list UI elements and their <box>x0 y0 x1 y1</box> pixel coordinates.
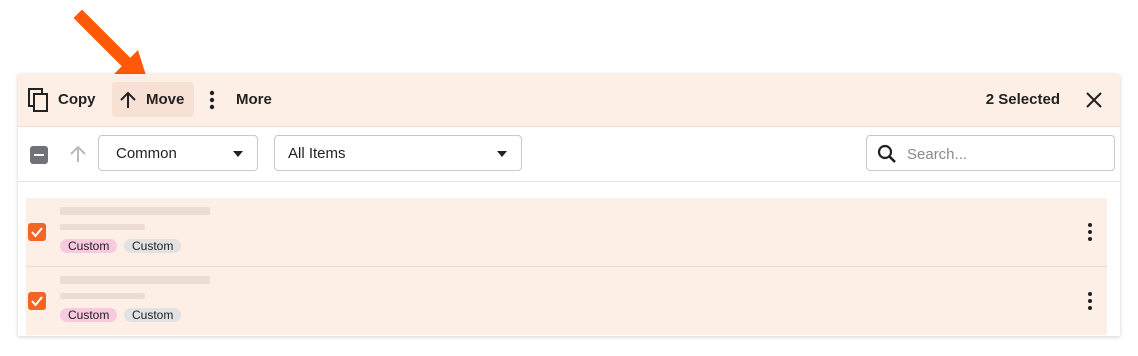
selected-count: 2 Selected <box>985 91 1060 108</box>
copy-icon <box>28 87 48 112</box>
copy-label: Copy <box>58 91 96 108</box>
list-item[interactable]: Custom Custom <box>26 198 1107 267</box>
row-checkbox[interactable] <box>28 292 46 310</box>
checkmark-icon <box>31 296 43 307</box>
arrow-up-icon <box>120 91 136 108</box>
row-more-icon[interactable] <box>1087 291 1093 311</box>
tag-badge: Custom <box>124 239 182 253</box>
chevron-down-icon <box>233 151 243 157</box>
search-box[interactable] <box>866 135 1115 171</box>
select-all-checkbox[interactable] <box>30 146 48 164</box>
move-button[interactable]: Move <box>112 82 195 117</box>
copy-button[interactable]: Copy <box>28 82 96 117</box>
list-item[interactable]: Custom Custom <box>26 267 1107 335</box>
more-button[interactable]: More <box>206 82 272 117</box>
row-checkbox[interactable] <box>28 223 46 241</box>
tag-badge: Custom <box>124 308 182 322</box>
subtitle-placeholder <box>60 224 145 230</box>
close-icon[interactable] <box>1084 90 1104 110</box>
selection-action-bar: Copy Move More 2 Selected <box>18 74 1120 127</box>
more-vertical-icon <box>209 90 215 109</box>
type-select-value: All Items <box>288 144 346 162</box>
title-placeholder <box>60 276 210 284</box>
sort-up-icon[interactable] <box>68 144 88 164</box>
search-icon <box>877 144 896 163</box>
row-more-icon[interactable] <box>1087 222 1093 242</box>
title-placeholder <box>60 207 210 215</box>
search-input[interactable] <box>905 143 1109 165</box>
type-select[interactable]: All Items <box>274 135 522 171</box>
category-select[interactable]: Common <box>98 135 258 171</box>
category-select-value: Common <box>116 144 177 162</box>
move-label: Move <box>146 91 185 108</box>
tag-badge: Custom <box>60 239 118 253</box>
filter-toolbar: Common All Items <box>18 127 1120 182</box>
bulk-actions-panel: Copy Move More 2 Selected Common All Ite… <box>18 74 1120 336</box>
subtitle-placeholder <box>60 293 145 299</box>
chevron-down-icon <box>497 151 507 157</box>
checkmark-icon <box>31 227 43 238</box>
more-label: More <box>236 91 272 108</box>
tag-badge: Custom <box>60 308 118 322</box>
